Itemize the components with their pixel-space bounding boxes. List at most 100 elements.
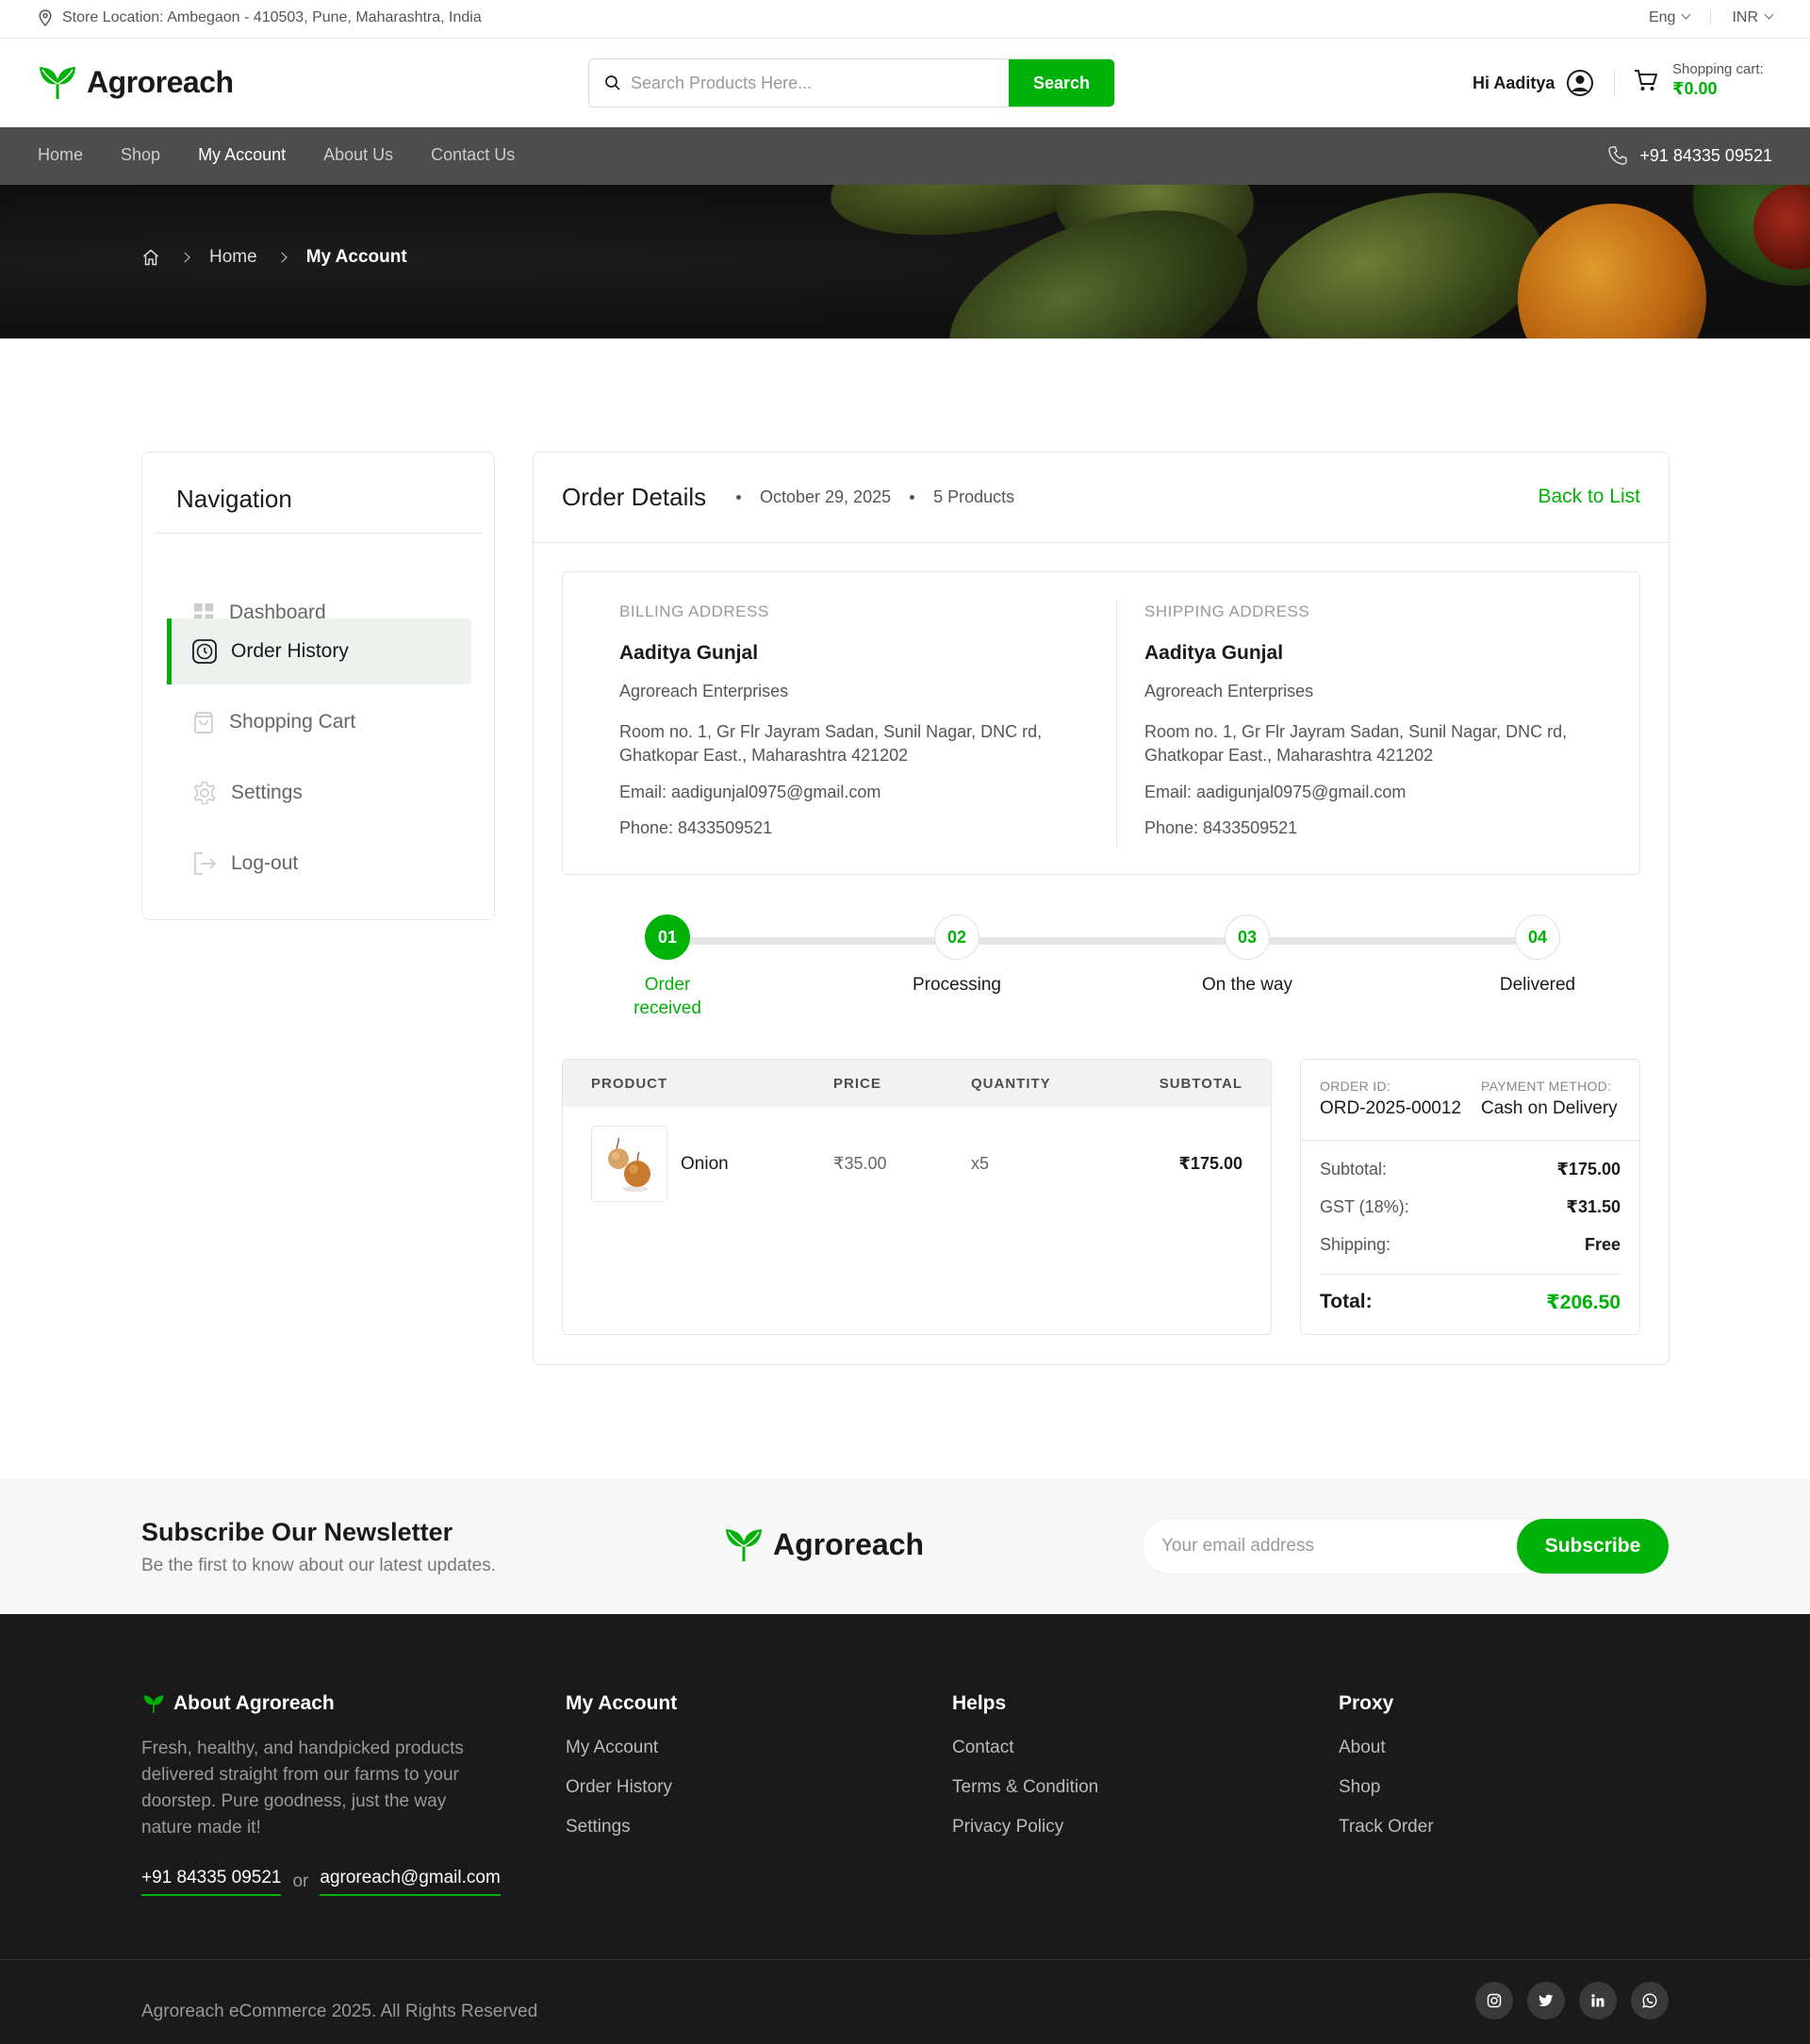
brand-logo[interactable]: Agroreach bbox=[38, 63, 234, 101]
language-select[interactable]: Eng bbox=[1648, 9, 1691, 26]
divider bbox=[1710, 10, 1712, 25]
order-summary: ORDER ID: ORD-2025-00012 PAYMENT METHOD:… bbox=[1300, 1059, 1640, 1335]
billing-heading: BILLING ADDRESS bbox=[619, 602, 769, 620]
nav-shop[interactable]: Shop bbox=[121, 145, 160, 165]
search-button[interactable]: Search bbox=[1009, 59, 1114, 107]
cart-amount: ₹0.00 bbox=[1672, 79, 1718, 98]
sidebar-item-shopping-cart[interactable]: Shopping Cart bbox=[167, 689, 471, 755]
chevron-right-icon bbox=[179, 252, 190, 263]
twitter-icon[interactable] bbox=[1527, 1982, 1565, 2019]
product-name[interactable]: Onion bbox=[681, 1154, 729, 1175]
nav-home[interactable]: Home bbox=[38, 145, 83, 165]
footer-link-my-account[interactable]: My Account bbox=[566, 1738, 677, 1758]
chevron-right-icon bbox=[276, 252, 288, 263]
order-products-count: 5 Products bbox=[933, 487, 1015, 506]
linkedin-icon[interactable] bbox=[1579, 1982, 1617, 2019]
footer-about-title: About Agroreach bbox=[173, 1692, 335, 1714]
user-account[interactable]: Hi Aaditya bbox=[1473, 69, 1594, 97]
back-to-list-link[interactable]: Back to List bbox=[1538, 486, 1640, 508]
product-thumbnail[interactable] bbox=[591, 1126, 667, 1202]
user-greeting: Hi Aaditya bbox=[1473, 73, 1555, 92]
footer-link-order-history[interactable]: Order History bbox=[566, 1777, 677, 1798]
summary-top: ORDER ID: ORD-2025-00012 PAYMENT METHOD:… bbox=[1301, 1060, 1639, 1141]
shipping-phone: Phone: 8433509521 bbox=[1144, 818, 1298, 837]
language-value: Eng bbox=[1648, 9, 1676, 25]
footer-column-title: My Account bbox=[566, 1692, 678, 1714]
total-value: ₹206.50 bbox=[1546, 1292, 1621, 1313]
footer-phone-link[interactable]: +91 84335 09521 bbox=[141, 1868, 282, 1896]
subscribe-button[interactable]: Subscribe bbox=[1517, 1519, 1669, 1574]
whatsapp-icon[interactable] bbox=[1631, 1982, 1669, 2019]
decor-orange bbox=[1518, 204, 1706, 338]
social-links bbox=[1475, 1982, 1669, 2019]
newsletter-logo[interactable]: Agroreach bbox=[724, 1525, 924, 1563]
footer-about: About Agroreach Fresh, healthy, and hand… bbox=[141, 1692, 501, 1896]
address-panel: BILLING ADDRESS Aaditya Gunjal Agroreach… bbox=[562, 571, 1640, 875]
sidebar-item-label: Log-out bbox=[231, 852, 299, 874]
column-header: PRICE bbox=[833, 1076, 881, 1092]
footer-link-track-order[interactable]: Track Order bbox=[1339, 1817, 1434, 1838]
footer: About Agroreach Fresh, healthy, and hand… bbox=[0, 1614, 1810, 2044]
shopping-cart[interactable]: Shopping cart: ₹0.00 bbox=[1633, 61, 1764, 99]
summary-subtotal: Subtotal: ₹175.00 bbox=[1320, 1160, 1621, 1179]
billing-street: Room no. 1, Gr Flr Jayram Sadan, Sunil N… bbox=[619, 722, 1043, 765]
footer-column-my-account: My Account My Account Order History Sett… bbox=[566, 1692, 677, 1838]
brand-name: Agroreach bbox=[87, 64, 234, 99]
breadcrumb: Home My Account bbox=[141, 247, 407, 268]
footer-link-about[interactable]: About bbox=[1339, 1738, 1434, 1758]
home-icon[interactable] bbox=[141, 248, 160, 267]
nav-about-us[interactable]: About Us bbox=[323, 145, 393, 165]
top-bar: Store Location: Ambegaon - 410503, Pune,… bbox=[0, 0, 1810, 39]
step-label: Order received bbox=[634, 975, 701, 1018]
product-subtotal: ₹175.00 bbox=[1178, 1154, 1242, 1173]
column-header: SUBTOTAL bbox=[1159, 1076, 1242, 1092]
order-id-label: ORDER ID: bbox=[1320, 1079, 1391, 1094]
sidebar-item-settings[interactable]: Settings bbox=[167, 760, 471, 826]
order-id-value: ORD-2025-00012 bbox=[1320, 1098, 1461, 1118]
footer-link-contact[interactable]: Contact bbox=[952, 1738, 1098, 1758]
footer-link-privacy[interactable]: Privacy Policy bbox=[952, 1817, 1098, 1838]
billing-address: BILLING ADDRESS Aaditya Gunjal Agroreach… bbox=[619, 602, 1100, 838]
newsletter-title: Subscribe Our Newsletter bbox=[141, 1518, 453, 1546]
leaf-logo-icon bbox=[726, 1529, 762, 1561]
sidebar-item-label: Order History bbox=[231, 640, 349, 662]
footer-link-settings[interactable]: Settings bbox=[566, 1817, 677, 1838]
step-label: Processing bbox=[913, 975, 1001, 995]
divider bbox=[154, 533, 484, 534]
total-label: Total: bbox=[1320, 1291, 1373, 1312]
shipping-email: Email: aadigunjal0975@gmail.com bbox=[1144, 783, 1407, 801]
nav-contact-us[interactable]: Contact Us bbox=[431, 145, 515, 165]
sidebar-item-logout[interactable]: Log-out bbox=[167, 831, 471, 897]
search-input[interactable] bbox=[631, 59, 1008, 107]
decor-vegetable bbox=[1238, 185, 1562, 338]
cart-label: Shopping cart: bbox=[1672, 61, 1764, 77]
products-table: PRODUCT PRICE QUANTITY SUBTOTAL Onion ₹3… bbox=[562, 1059, 1272, 1335]
gear-icon bbox=[193, 781, 216, 805]
product-price: ₹35.00 bbox=[833, 1154, 887, 1173]
summary-value: ₹31.50 bbox=[1566, 1197, 1621, 1216]
newsletter-email-input[interactable] bbox=[1161, 1519, 1501, 1574]
nav-my-account[interactable]: My Account bbox=[198, 145, 286, 165]
bullet bbox=[736, 495, 741, 500]
summary-label: GST (18%): bbox=[1320, 1197, 1409, 1216]
order-progress: 01 Order received 02 Processing 03 On th… bbox=[562, 915, 1640, 1028]
footer-link-shop[interactable]: Shop bbox=[1339, 1777, 1434, 1798]
copyright: Agroreach eCommerce 2025. All Rights Res… bbox=[141, 2002, 538, 2021]
table-row[interactable]: Onion ₹35.00 x5 ₹175.00 bbox=[563, 1107, 1271, 1220]
instagram-icon[interactable] bbox=[1475, 1982, 1513, 2019]
breadcrumb-home[interactable]: Home bbox=[209, 247, 257, 268]
product-quantity: x5 bbox=[971, 1154, 990, 1173]
step-label: Delivered bbox=[1499, 975, 1576, 995]
step-order-received: 01 Order received bbox=[592, 915, 743, 1020]
nav-phone[interactable]: +91 84335 09521 bbox=[1607, 145, 1772, 166]
sidebar-item-label: Shopping Cart bbox=[229, 711, 356, 733]
header: Agroreach Search Hi Aaditya Shopping car… bbox=[0, 39, 1810, 127]
hero-banner: Home My Account bbox=[0, 185, 1810, 338]
footer-link-terms[interactable]: Terms & Condition bbox=[952, 1777, 1098, 1798]
sidebar-item-order-history[interactable]: Order History bbox=[167, 618, 471, 684]
currency-select[interactable]: INR bbox=[1732, 9, 1774, 26]
footer-email-link[interactable]: agroreach@gmail.com bbox=[320, 1868, 501, 1896]
divider bbox=[1614, 71, 1615, 97]
store-location: Store Location: Ambegaon - 410503, Pune,… bbox=[38, 9, 482, 26]
order-title: Order Details bbox=[562, 483, 707, 511]
